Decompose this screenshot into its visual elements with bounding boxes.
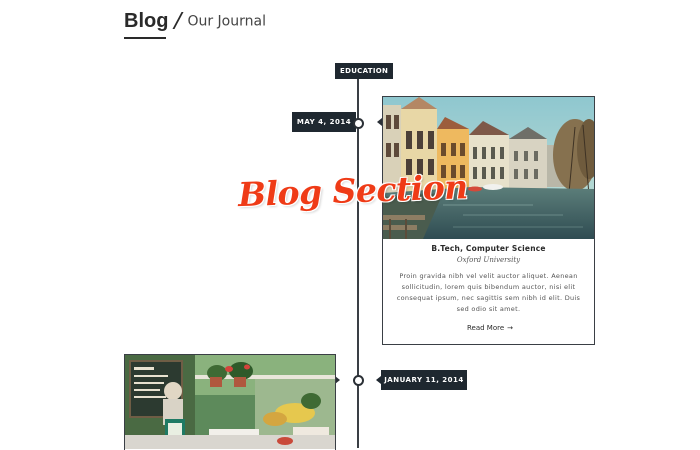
timeline-node-1 [353, 118, 364, 129]
arrow-right-icon: → [507, 324, 514, 332]
timeline-line [357, 79, 359, 448]
date-tag-1: MAY 4, 2014 [292, 112, 361, 132]
title-separator [172, 12, 184, 29]
blog-section-overlay-title: Blog Section [237, 167, 469, 215]
post-excerpt: Proin gravida nibh vel velit auctor aliq… [396, 272, 581, 313]
date-tag-2: JANUARY 11, 2014 [376, 370, 467, 390]
page-title: Blog [124, 10, 169, 32]
page-subtitle: Our Journal [187, 13, 266, 30]
timeline-node-2 [353, 375, 364, 386]
post-card-2 [124, 354, 336, 450]
post-body-1: B.Tech, Computer Science Oxford Universi… [383, 244, 594, 334]
category-badge: EDUCATION [335, 63, 394, 79]
title-underline [124, 37, 166, 39]
post-title: B.Tech, Computer Science [431, 244, 546, 253]
post-subtitle: Oxford University [456, 256, 521, 264]
post-card-1: B.Tech, Computer Science Oxford Universi… [382, 96, 595, 345]
post-image-cafe[interactable] [125, 355, 335, 449]
page-header: Blog Our Journal [124, 10, 266, 40]
read-more-label: Read More [466, 324, 505, 332]
read-more-link[interactable]: Read More → [464, 324, 513, 332]
